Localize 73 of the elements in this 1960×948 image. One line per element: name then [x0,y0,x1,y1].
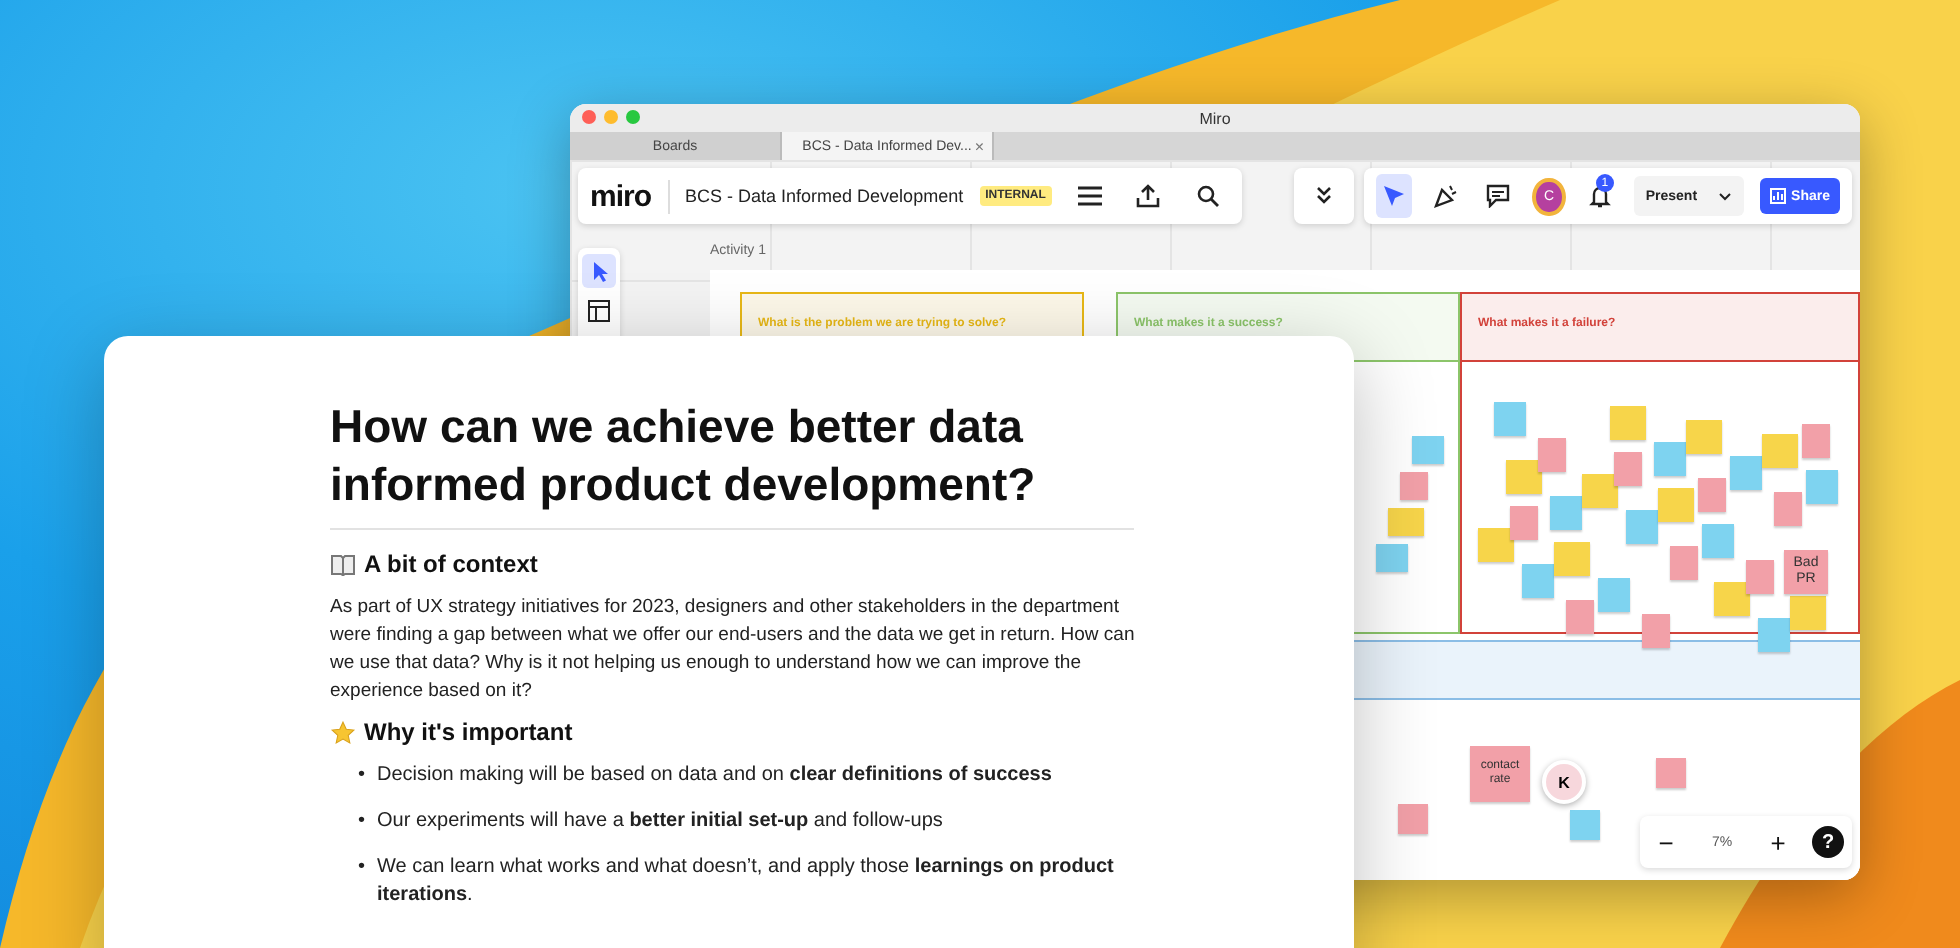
party-popper-icon [1434,184,1459,208]
sticky-note[interactable] [1762,434,1798,468]
paragraph: As part of UX strategy initiatives for 2023, designers and other stakeholders in the department were finding a gap between what we offer our end-users and the data we get in return. How can we use that data? Why is it not helping us enough to understand how we can improve the experience based on it? [330,594,1137,706]
upload-icon [1136,184,1161,208]
sticky-note[interactable] [1658,488,1694,522]
bell-icon [1587,184,1612,208]
pointer-icon [1382,184,1407,208]
logo: miro [590,179,670,213]
sticky-note[interactable] [1614,452,1642,486]
sticky-note[interactable] [1806,470,1838,504]
star-icon [330,719,356,745]
bullet-marker: • [358,854,366,882]
sticky-note[interactable] [1598,578,1630,612]
sticky-note[interactable] [1642,614,1670,648]
close-button[interactable] [582,110,596,124]
section-heading: A bit of context [364,550,538,578]
help-button[interactable]: ? [1812,826,1844,858]
window-title: Miro [1199,109,1231,127]
sticky-note[interactable] [1686,420,1722,454]
comment-icon [1486,184,1511,208]
sticky-note[interactable] [1698,478,1726,512]
sticky-note[interactable] [1398,804,1428,834]
layout-icon[interactable] [588,300,610,322]
sticky-note[interactable] [1582,474,1618,508]
sticky-note[interactable] [1656,758,1686,788]
sticky-note[interactable] [1670,546,1698,580]
sticky-note[interactable] [1746,560,1774,594]
sticky-note[interactable] [1506,460,1542,494]
sticky-note[interactable] [1802,424,1830,458]
zoom-button[interactable] [626,110,640,124]
sticky-note[interactable] [1570,810,1600,840]
sticky-note[interactable] [1758,618,1790,652]
menu-icon [1077,186,1102,206]
sticky-note[interactable] [1714,582,1750,616]
bullet-item: Our experiments will have a better initial set-up and follow-ups [377,808,943,836]
sticky-note[interactable] [1702,524,1734,558]
chevrons-down-icon [1314,186,1334,206]
document-title: How can we achieve better data informed product development? [330,398,1038,514]
pointer-icon [591,261,607,281]
close-icon[interactable]: × [974,137,984,155]
caret-icon [1717,191,1732,201]
sticky-note[interactable] [1550,496,1582,530]
sticky-note[interactable] [1478,528,1514,562]
sticky-note[interactable] [1566,600,1594,634]
sticky-note[interactable] [1400,472,1428,500]
bullet-item: Decision making will be based on data and on clear definitions of success [377,762,1052,790]
sticky-note[interactable] [1626,510,1658,544]
sticky-note[interactable] [1412,436,1444,464]
board-title: BCS - Data Informed Development [685,186,964,206]
section-heading: Why it's important [364,718,573,746]
sticky-note[interactable] [1654,442,1686,476]
zoom-out-button[interactable]: − [1648,827,1684,857]
zoom-in-button[interactable]: + [1760,827,1796,857]
bullet-marker: • [358,762,366,790]
sticky-note[interactable] [1730,456,1762,490]
bullet-item: We can learn what works and what doesn’t, and apply those learnings on product iterations. [377,854,1116,910]
minimize-button[interactable] [604,110,618,124]
sticky-note[interactable] [1388,508,1424,536]
sticky-note[interactable] [1522,564,1554,598]
pointer-button[interactable] [1376,174,1413,218]
sticky-note[interactable] [1790,596,1826,630]
sticky-note[interactable] [1510,506,1538,540]
sticky-note[interactable] [1554,542,1590,576]
sticky-note[interactable] [1774,492,1802,526]
chart-icon [1769,188,1786,204]
search-icon [1196,184,1221,208]
sticky-note[interactable] [1376,544,1408,572]
pointer-button[interactable] [582,254,616,288]
sticky-note[interactable] [1610,406,1646,440]
sticky-note[interactable] [1538,438,1566,472]
bullet-marker: • [358,808,366,836]
sticky-note[interactable] [1494,402,1526,436]
book-icon [330,553,356,575]
